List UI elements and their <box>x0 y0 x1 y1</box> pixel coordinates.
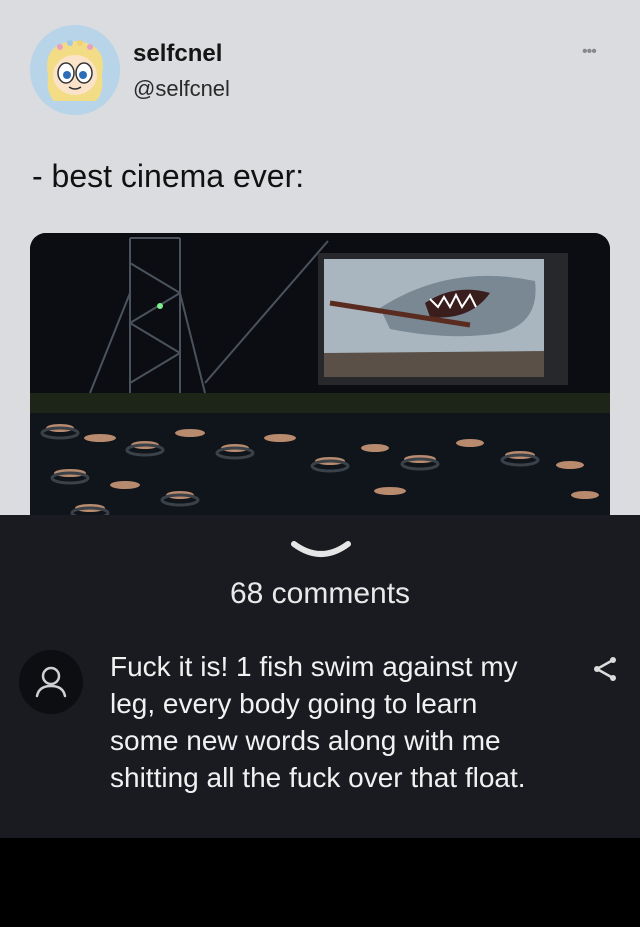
avatar-illustration <box>30 25 120 115</box>
share-icon[interactable] <box>592 655 618 683</box>
tweet-text: - best cinema ever: <box>32 158 305 194</box>
comment-text: Fuck it is! 1 fish swim against my leg, … <box>110 651 526 793</box>
tweet-card: selfcnel @selfcnel ••• - best cinema eve… <box>0 0 640 515</box>
outdoor-float-cinema-photo <box>30 233 610 515</box>
profile-avatar[interactable] <box>30 25 120 115</box>
chevron-down-icon[interactable] <box>290 540 352 560</box>
user-icon[interactable] <box>19 650 83 714</box>
display-name[interactable]: selfcnel <box>133 40 222 68</box>
comments-panel: 68 comments Fuck it is! 1 fish swim agai… <box>0 515 640 838</box>
comments-count: 68 comments <box>229 577 411 610</box>
tweet-photo[interactable] <box>30 233 610 515</box>
more-options-icon[interactable]: ••• <box>582 43 597 61</box>
user-handle[interactable]: @selfcnel <box>133 76 230 102</box>
